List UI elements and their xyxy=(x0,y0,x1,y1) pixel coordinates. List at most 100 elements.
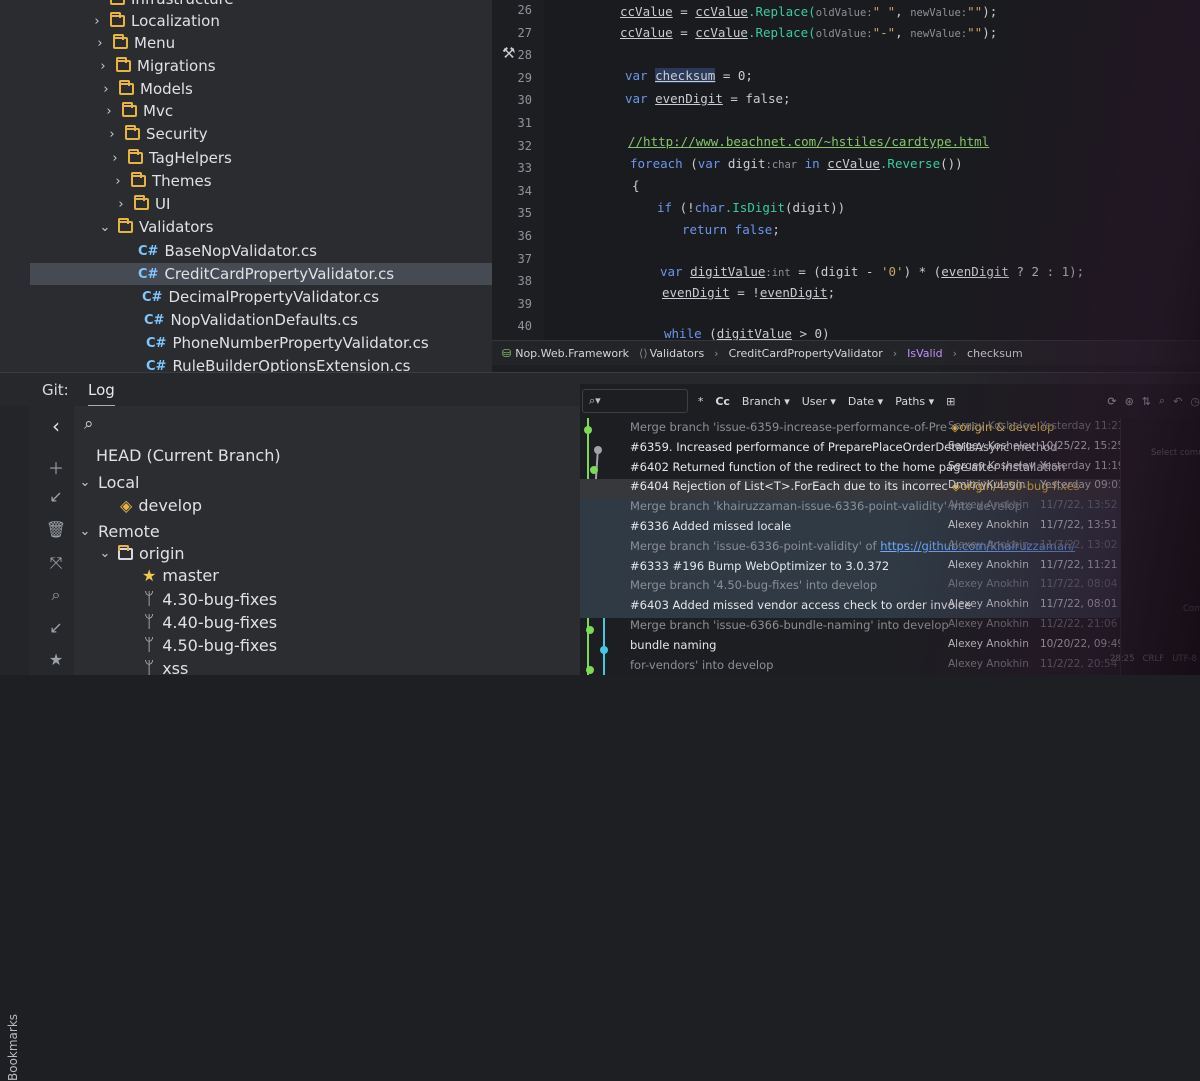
regex-toggle[interactable]: * xyxy=(698,395,704,408)
breadcrumb-namespace[interactable]: Validators xyxy=(650,347,705,360)
tree-file[interactable]: C# NopValidationDefaults.cs xyxy=(144,309,358,331)
commit-row[interactable]: #6359. Increased performance of PrepareP… xyxy=(580,440,1120,460)
tree-file[interactable]: C# RuleBuilderOptionsExtension.cs xyxy=(146,355,410,372)
branch-xss[interactable]: ᛘ xss xyxy=(144,658,188,678)
branch-4-30[interactable]: ᛘ 4.30-bug-fixes xyxy=(144,589,277,609)
tree-folder-security[interactable]: › Security xyxy=(105,123,208,145)
commit-row[interactable]: Merge branch 'issue-6336-point-validity'… xyxy=(580,538,1120,559)
user-filter[interactable]: User ▾ xyxy=(802,395,836,408)
tree-folder-themes[interactable]: › Themes xyxy=(111,170,212,192)
commit-row[interactable]: #6403 Added missed vendor access check t… xyxy=(580,598,1120,619)
line-separator[interactable]: CRLF xyxy=(1143,654,1164,664)
history-icon[interactable]: ◷ xyxy=(1190,395,1200,408)
tree-folder-taghelpers[interactable]: › TagHelpers xyxy=(108,147,232,169)
commit-row[interactable]: #6404 Rejection of List<T>.ForEach due t… xyxy=(580,479,1120,500)
tree-folder-menu[interactable]: › Menu xyxy=(93,32,175,54)
merge-icon[interactable]: ⤧ xyxy=(44,553,68,573)
remote-origin[interactable]: ⌄ origin xyxy=(98,544,185,563)
tree-file[interactable]: C# CreditCardPropertyValidator.cs xyxy=(30,263,492,285)
hammer-icon[interactable]: ⚒ xyxy=(502,44,515,62)
caret-position[interactable]: 28:25 xyxy=(1110,654,1135,664)
branch-group-local[interactable]: ⌄ Local xyxy=(78,473,140,492)
match-case-toggle[interactable]: Cc xyxy=(715,395,730,408)
bookmarks-tab[interactable]: Bookmarks xyxy=(6,1014,20,1081)
tree-folder-infrastructure[interactable]: Infrastructure xyxy=(110,0,234,10)
chevron-right-icon[interactable]: › xyxy=(102,104,116,119)
cherry-pick-icon[interactable]: ⊛ xyxy=(1125,395,1134,408)
chevron-right-icon[interactable]: › xyxy=(93,36,107,51)
commit-row[interactable]: #6402 Returned function of the redirect … xyxy=(580,460,1120,480)
branch-head[interactable]: HEAD (Current Branch) xyxy=(96,446,281,465)
tree-file[interactable]: C# DecimalPropertyValidator.cs xyxy=(142,286,379,308)
chevron-right-icon[interactable]: › xyxy=(108,151,122,166)
search-icon[interactable]: ⌕ xyxy=(84,414,94,434)
paths-filter[interactable]: Paths ▾ xyxy=(895,395,934,408)
tree-folder-mvc[interactable]: › Mvc xyxy=(102,100,173,122)
chevron-right-icon[interactable]: › xyxy=(114,197,128,212)
chevron-down-icon[interactable]: ⌄ xyxy=(98,220,112,235)
line-number[interactable]: 29 xyxy=(492,71,532,85)
branch-4-40[interactable]: ᛘ 4.40-bug-fixes xyxy=(144,612,277,632)
commit-row[interactable]: #6333 #196 Bump WebOptimizer to 3.0.372 A… xyxy=(580,558,1120,579)
line-number[interactable]: 31 xyxy=(492,116,532,130)
code-editor[interactable]: 26 27 28 29 30 31 32 33 34 35 36 37 38 39 40 ⚒ ccValue… xyxy=(492,0,1200,340)
line-number[interactable]: 30 xyxy=(492,93,532,107)
fetch-icon[interactable]: ⇅ xyxy=(1142,395,1151,408)
date-filter[interactable]: Date ▾ xyxy=(848,395,883,408)
tree-file[interactable]: C# BaseNopValidator.cs xyxy=(138,240,317,262)
breadcrumb-method[interactable]: IsValid xyxy=(907,347,942,360)
add-icon[interactable]: ＋ xyxy=(44,455,68,479)
commit-list[interactable]: Merge branch 'issue-6359-increase-perfor… xyxy=(580,418,1120,675)
branch-master[interactable]: ★ master xyxy=(142,566,219,585)
line-number[interactable]: 27 xyxy=(492,26,532,40)
update-arrow-icon[interactable]: ↙ xyxy=(44,618,68,637)
commit-row[interactable]: Merge branch 'issue-6359-increase-perfor… xyxy=(580,420,1120,440)
search-icon[interactable]: ⌕ xyxy=(1159,394,1165,408)
branch-4-50[interactable]: ᛘ 4.50-bug-fixes xyxy=(144,635,277,655)
branch-group-remote[interactable]: ⌄ Remote xyxy=(78,522,160,541)
line-number[interactable]: 40 xyxy=(492,319,532,333)
commit-row[interactable]: for-vendors' into develop Alexey Anokhin 1… xyxy=(580,658,1120,675)
commit-row[interactable]: Merge branch 'issue-6366-bundle-naming' … xyxy=(580,618,1120,638)
chevron-right-icon[interactable]: › xyxy=(99,82,113,97)
tree-folder-localization[interactable]: › Localization xyxy=(90,10,220,32)
commit-row[interactable]: bundle naming Alexey Anokhin 10/20/22, 09:… xyxy=(580,638,1120,658)
new-tab-icon[interactable]: ⊞ xyxy=(946,395,955,408)
line-number[interactable]: 35 xyxy=(492,206,532,220)
line-number[interactable]: 26 xyxy=(492,3,532,17)
breadcrumb-variable[interactable]: checksum xyxy=(967,347,1023,360)
line-number[interactable]: 38 xyxy=(492,274,532,288)
commit-row[interactable]: #6336 Added missed locale Alexey Anokhin 1… xyxy=(580,519,1120,539)
tree-folder-models[interactable]: › Models xyxy=(99,78,193,100)
delete-icon[interactable]: 🗑 xyxy=(44,520,68,539)
refresh-icon[interactable]: ⟳ xyxy=(1107,395,1116,408)
chevron-right-icon[interactable]: › xyxy=(96,59,110,74)
line-number[interactable]: 32 xyxy=(492,139,532,153)
line-number[interactable]: 34 xyxy=(492,184,532,198)
breadcrumb-class[interactable]: CreditCardPropertyValidator xyxy=(729,347,883,360)
breadcrumb-project[interactable]: Nop.Web.Framework xyxy=(515,347,629,360)
commit-row[interactable]: Merge branch '4.50-bug-fixes' into devel… xyxy=(580,578,1120,599)
tree-file[interactable]: C# PhoneNumberPropertyValidator.cs xyxy=(146,332,429,354)
tree-folder-validators[interactable]: ⌄ Validators xyxy=(98,216,213,238)
tab-log[interactable]: Log xyxy=(88,381,115,408)
tree-folder-ui[interactable]: › UI xyxy=(114,193,170,215)
branch-develop[interactable]: ◈ develop xyxy=(120,496,202,515)
branch-filter[interactable]: Branch ▾ xyxy=(742,395,790,408)
line-number[interactable]: 39 xyxy=(492,297,532,311)
line-number[interactable]: 36 xyxy=(492,229,532,243)
file-encoding[interactable]: UTF-8 xyxy=(1172,654,1197,664)
undo-icon[interactable]: ↶ xyxy=(1173,395,1182,408)
search-icon[interactable]: ⌕ xyxy=(44,585,68,605)
chevron-right-icon[interactable]: › xyxy=(90,14,104,29)
back-arrow-icon[interactable]: ‹ xyxy=(44,414,68,438)
checkout-arrow-icon[interactable]: ↙ xyxy=(44,487,68,506)
chevron-right-icon[interactable]: › xyxy=(105,127,119,142)
line-number[interactable]: 37 xyxy=(492,252,532,266)
tree-folder-migrations[interactable]: › Migrations xyxy=(96,55,216,77)
favorite-star-icon[interactable]: ★ xyxy=(44,650,68,669)
chevron-right-icon[interactable]: › xyxy=(111,174,125,189)
commit-row[interactable]: Merge branch 'khairuzzaman-issue-6336-po… xyxy=(580,499,1120,520)
line-number[interactable]: 33 xyxy=(492,161,532,175)
log-search-input[interactable]: ⌕▾ xyxy=(582,389,688,413)
